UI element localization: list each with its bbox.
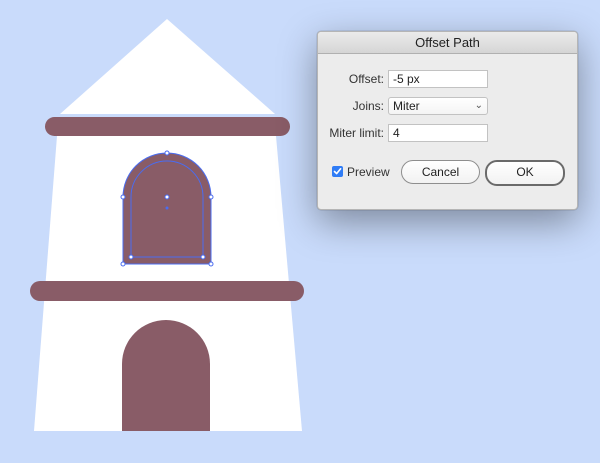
center-marker xyxy=(165,206,169,210)
anchor-point xyxy=(120,194,126,200)
joins-value: Miter xyxy=(393,99,420,113)
chevron-down-icon: ⌄ xyxy=(474,100,483,111)
joins-label: Joins: xyxy=(352,99,384,113)
center-point xyxy=(164,194,170,200)
miter-row: Miter limit: 4 xyxy=(318,124,577,142)
offset-path-dialog: Offset Path Offset: -5 px Joins: Miter ⌄… xyxy=(317,31,578,210)
anchor-point xyxy=(164,150,170,156)
anchor-point xyxy=(208,261,214,267)
miter-limit-label: Miter limit: xyxy=(329,126,384,140)
offset-row: Offset: -5 px xyxy=(318,70,577,88)
ok-button[interactable]: OK xyxy=(485,160,565,186)
anchor-point xyxy=(200,254,206,260)
cancel-button[interactable]: Cancel xyxy=(401,160,480,184)
upper-ledge xyxy=(45,117,290,136)
roof-shape xyxy=(60,19,275,114)
joins-select[interactable]: Miter ⌄ xyxy=(388,97,488,115)
lower-ledge xyxy=(30,281,304,301)
preview-label[interactable]: Preview xyxy=(347,163,390,181)
preview-checkbox[interactable] xyxy=(332,166,343,177)
anchor-point xyxy=(208,194,214,200)
checkmark-icon xyxy=(333,168,342,175)
dialog-title: Offset Path xyxy=(318,32,577,54)
anchor-point xyxy=(120,261,126,267)
offset-label: Offset: xyxy=(348,72,384,86)
offset-field[interactable]: -5 px xyxy=(388,70,488,88)
miter-limit-field[interactable]: 4 xyxy=(388,124,488,142)
joins-row: Joins: Miter ⌄ xyxy=(318,97,577,115)
door xyxy=(122,320,210,431)
anchor-point xyxy=(128,254,134,260)
